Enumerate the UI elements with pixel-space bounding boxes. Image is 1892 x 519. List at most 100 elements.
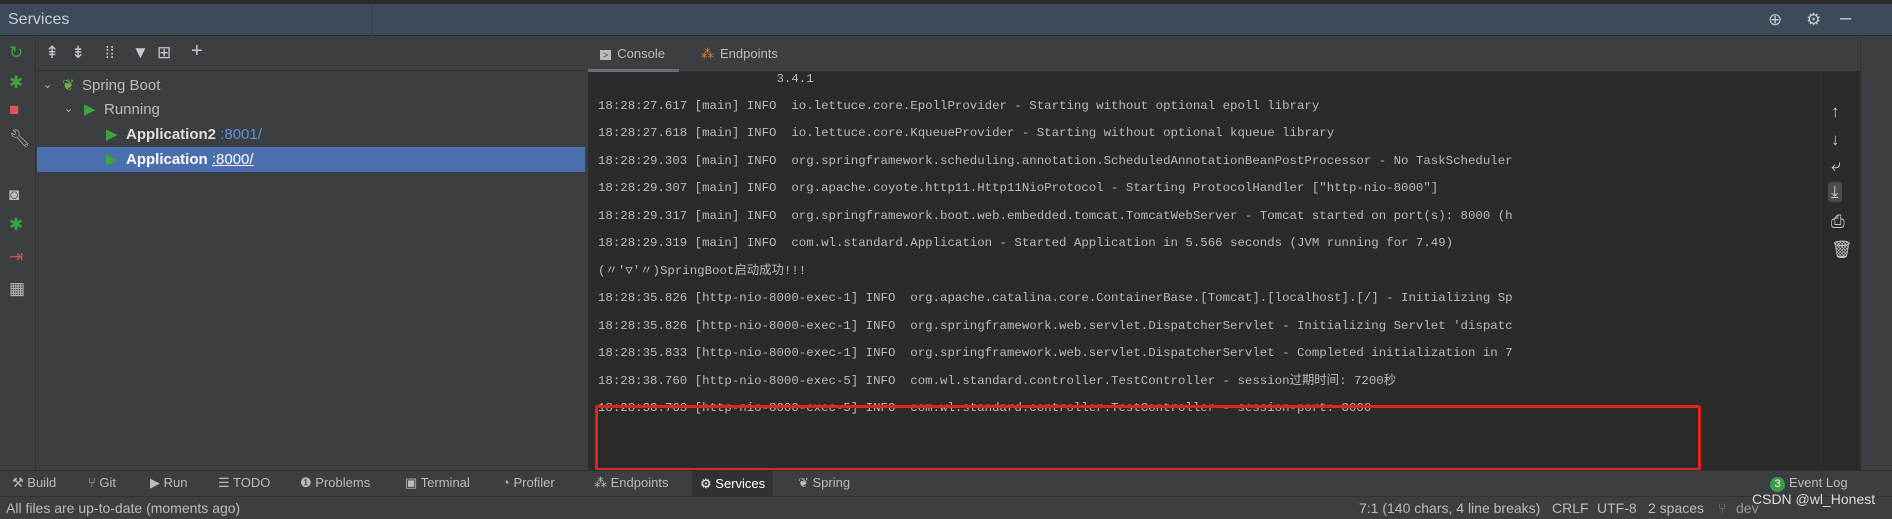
stop-icon[interactable]: ■ [9,100,19,120]
label: Problems [315,475,371,490]
git-branch-icon: ⑂ [1718,500,1727,516]
console-line: 18:28:29.317 [main] INFO org.springframe… [598,209,1513,223]
indent-setting[interactable]: 2 spaces [1648,500,1704,516]
arrow-down-icon[interactable]: ↓ [1831,130,1840,150]
soft-wrap-icon[interactable]: ⤶ [1831,156,1841,176]
tree-label: Application2 [126,126,217,143]
toolwindow-endpoints[interactable]: ⁂ Endpoints [594,475,668,491]
toolwindow-terminal[interactable]: ▣ Terminal [405,475,470,491]
label: Build [27,475,57,490]
label: Git [99,475,117,490]
collapse-all-icon[interactable]: ⇟ [71,43,85,63]
toolwindow-services[interactable]: ⚙ Services [692,471,774,497]
chevron-down-icon[interactable]: ⌄ [64,97,73,122]
tool-window-bar: ⚒ Build ⑂ Git ▶ Run ☰ TODO ❶ Problems ▣ … [0,470,1892,497]
toolwindow-spring[interactable]: ❦ Spring [798,475,850,491]
console-line: 18:28:35.833 [http-nio-8000-exec-1] INFO… [598,346,1513,360]
tree-node-running[interactable]: ⌄ ▶ Running [37,97,585,122]
status-message[interactable]: All files are up-to-date (moments ago) [6,500,240,516]
console-line: 18:28:35.826 [http-nio-8000-exec-1] INFO… [598,291,1513,305]
tree-node-application2[interactable]: ▶ Application2 :8001/ [37,122,585,147]
toolwindow-problems[interactable]: ❶ Problems [300,475,370,491]
highlight-box [595,405,1701,470]
console-line: 18:28:38.760 [http-nio-8000-exec-5] INFO… [598,374,1397,388]
label: Services [715,476,766,491]
tab-label: Console [617,46,665,61]
run-icon: ▶ [84,101,96,118]
console-output[interactable]: 3.4.1 18:28:27.617 [main] INFO io.lettuc… [588,72,1820,470]
label: Terminal [420,475,470,490]
scroll-to-end-icon[interactable]: ⤓ [1828,182,1842,202]
port-link[interactable]: :8001/ [220,126,262,143]
console-icon: > [600,50,612,60]
status-bar: All files are up-to-date (moments ago) 7… [0,491,1892,519]
debug-attach-icon[interactable]: ✱ [9,215,23,235]
tree-node-application[interactable]: ▶ Application :8000/ [37,147,585,172]
wrench-icon[interactable]: 🔧︎ [9,129,31,149]
chevron-down-icon[interactable]: ⌄ [43,73,52,98]
panel-title: Services [8,11,70,28]
endpoints-icon: ⁂ [701,46,714,61]
toolwindow-git[interactable]: ⑂ Git [88,475,116,490]
tree-toolbar: ⇞ ⇟ ⁞⁞ ▼ ⊞ + [37,37,585,71]
console-line: 18:28:29.303 [main] INFO org.springframe… [598,154,1513,168]
tab-label: Endpoints [720,46,778,61]
label: Run [163,475,188,490]
console-line: (〃'▽'〃)SpringBoot启动成功!!! [598,264,807,278]
console-tabs: > Console ⁂ Endpoints [588,37,1860,72]
list-icon: ☰ [218,475,234,490]
arrow-up-icon[interactable]: ↑ [1831,102,1840,122]
console-line: 18:28:27.618 [main] INFO io.lettuce.core… [598,126,1335,140]
expand-all-icon[interactable]: ⇞ [45,43,59,63]
tree-label: Running [104,101,160,118]
add-service-icon[interactable]: + [191,40,203,63]
run-icon: ▶ [150,475,164,490]
file-encoding[interactable]: UTF-8 [1597,500,1637,516]
group-by-icon[interactable]: ⁞⁞ [105,43,114,63]
line-separator[interactable]: CRLF [1552,500,1589,516]
label: Endpoints [610,475,669,490]
debug-icon[interactable]: ✱ [9,73,23,93]
tab-endpoints[interactable]: ⁂ Endpoints [701,37,778,72]
caret-position[interactable]: 7:1 (140 chars, 4 line breaks) [1359,500,1540,516]
label: Profiler [513,475,555,490]
target-icon[interactable]: ⊕ [1768,10,1782,30]
services-action-bar: ↻ ✱ ■ 🔧︎ ◙ ✱ ⇥ ▦ [0,37,36,470]
camera-icon[interactable]: ◙ [9,185,19,205]
print-icon[interactable]: ⎙ [1831,212,1845,232]
layout-icon[interactable]: ▦ [9,279,25,299]
toolwindow-profiler[interactable]: ◔ Profiler [502,475,555,490]
port-link[interactable]: :8000/ [212,151,254,168]
services-icon: ⚙ [700,476,716,491]
trash-icon[interactable]: 🗑︎ [1831,240,1853,260]
console-line: 3.4.1 [598,72,814,86]
console-line: 18:28:29.319 [main] INFO com.wl.standard… [598,236,1454,250]
label: TODO [233,475,271,490]
toolwindow-todo[interactable]: ☰ TODO [218,475,270,491]
console-line: 18:28:35.826 [http-nio-8000-exec-1] INFO… [598,319,1513,333]
event-log-button[interactable]: 3 Event Log [1770,475,1848,492]
profiler-icon: ◔ [502,475,514,490]
minimize-icon[interactable]: – [1840,7,1851,30]
services-header: Services ⊕ ⚙ – [0,4,1892,36]
gear-icon[interactable]: ⚙ [1806,10,1821,30]
toolwindow-build[interactable]: ⚒ Build [12,475,56,491]
console-actions: ↑ ↓ ⤶ ⤓ ⎙ 🗑︎ [1820,72,1860,470]
services-tree: ⇞ ⇟ ⁞⁞ ▼ ⊞ + ⌄ ❦ Spring Boot ⌄ ▶ Running… [37,37,585,470]
right-tool-strip [1860,37,1892,470]
console-panel: > Console ⁂ Endpoints 3.4.1 18:28:27.617 [… [588,37,1860,470]
rerun-icon[interactable]: ↻ [9,43,23,63]
spring-icon: ❦ [798,475,813,490]
console-line: 18:28:27.617 [main] INFO io.lettuce.core… [598,99,1320,113]
run-icon: ▶ [106,151,118,168]
exit-icon[interactable]: ⇥ [9,247,23,267]
problems-icon: ❶ [300,475,316,490]
new-tab-icon[interactable]: ⊞ [157,43,171,63]
tree-node-spring-boot[interactable]: ⌄ ❦ Spring Boot [37,73,585,98]
label: Event Log [1789,475,1848,490]
filter-icon[interactable]: ▼ [132,43,149,63]
tree-label: Spring Boot [82,77,161,94]
toolwindow-run[interactable]: ▶ Run [150,475,187,491]
tab-console[interactable]: > Console [588,37,679,72]
label: Spring [812,475,851,490]
